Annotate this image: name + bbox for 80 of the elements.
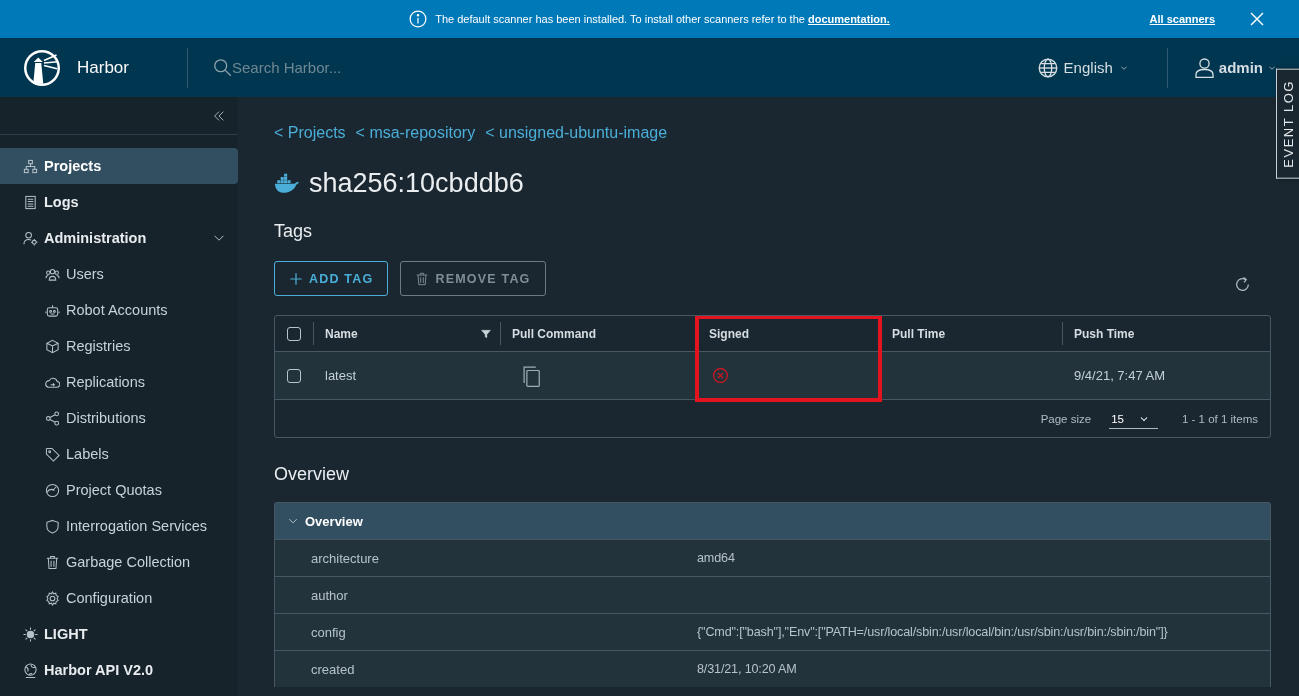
column-header: Push Time — [1074, 326, 1135, 341]
property-value: {"Cmd":["bash"],"Env":["PATH=/usr/local/sbin:/usr/local/bin:/usr/sbin:/usr/bin:/sbin:/bin"]} — [697, 625, 1169, 639]
share-icon — [45, 410, 60, 426]
cube-icon — [45, 338, 60, 354]
trash-icon — [45, 554, 60, 570]
property-key: created — [275, 661, 697, 677]
hierarchy-icon — [23, 158, 38, 174]
copy-icon — [520, 364, 542, 387]
nav-item[interactable]: Administration — [0, 220, 238, 256]
globe-icon — [23, 662, 38, 678]
table-cell: 9/4/21, 7:47 AM — [1062, 352, 1270, 400]
close-button[interactable] — [1249, 11, 1265, 27]
breadcrumb-link[interactable]: < unsigned-ubuntu-image — [485, 124, 668, 142]
property-key: config — [275, 624, 697, 640]
page-title: sha256:10cbddb6 — [309, 167, 524, 199]
nav-item[interactable]: Interrogation Services — [0, 508, 238, 544]
property-value: 8/31/21, 10:20 AM — [697, 662, 798, 676]
collapse-button[interactable] — [212, 108, 226, 123]
overview-panel-header[interactable]: Overview — [275, 503, 1270, 539]
pagination-info: 1 - 1 of 1 items — [1181, 412, 1258, 425]
shield-icon — [45, 518, 60, 534]
event-log-tab[interactable]: EVENT LOG — [1276, 69, 1299, 179]
nav-item[interactable]: Garbage Collection — [0, 544, 238, 580]
section-heading: Tags — [274, 220, 314, 243]
search-field[interactable]: Search Harbor... — [232, 59, 532, 76]
table-cell: latest — [313, 352, 500, 400]
lighthouse-logo[interactable] — [22, 47, 62, 88]
nav-item[interactable]: Project Quotas — [0, 472, 238, 508]
checkbox[interactable] — [287, 368, 301, 383]
checkbox[interactable] — [287, 326, 301, 341]
breadcrumb-link[interactable]: < msa-repository — [355, 124, 476, 142]
user-menu[interactable]: admin — [1193, 57, 1277, 78]
close-icon — [1249, 11, 1265, 27]
nav-item[interactable]: Users — [0, 256, 238, 292]
robot-icon — [45, 302, 60, 318]
gear-person-icon — [23, 230, 38, 246]
nav-item[interactable]: Registries — [0, 328, 238, 364]
section-heading: Overview — [274, 463, 350, 486]
column-header: Pull Command — [512, 326, 596, 341]
column-header: Signed — [709, 326, 749, 341]
refresh-button[interactable] — [1234, 276, 1251, 293]
language-selector[interactable]: English — [1037, 57, 1129, 78]
all-scanners-link[interactable]: All scanners — [1149, 13, 1215, 25]
nav-item[interactable]: Replications — [0, 364, 238, 400]
banner-message: The default scanner has been installed. To install other scanners refer to the — [435, 13, 806, 25]
trash-icon — [415, 271, 430, 286]
page-size-label: Page size — [1040, 412, 1092, 425]
property-key: architecture — [275, 550, 697, 566]
breadcrumb-link[interactable]: < Projects — [274, 124, 346, 142]
sun-icon — [23, 626, 38, 642]
search-icon — [213, 58, 232, 77]
api-link[interactable]: Harbor API V2.0 — [0, 652, 238, 688]
column-header: Pull Time — [892, 326, 946, 341]
documentation-link[interactable]: documentation. — [807, 13, 890, 25]
property-key: author — [275, 587, 697, 603]
theme-toggle[interactable]: LIGHT — [0, 616, 238, 652]
property-value: amd64 — [697, 551, 736, 565]
tag-action-button[interactable]: ADD TAG — [274, 261, 389, 296]
settings-icon — [45, 590, 60, 606]
nav-item[interactable]: Configuration — [0, 580, 238, 616]
filter-icon[interactable] — [480, 327, 492, 340]
nav-item[interactable]: Labels — [0, 436, 238, 472]
column-header: Name — [325, 326, 358, 341]
product-name: Harbor — [77, 57, 130, 78]
double-chevron-icon — [212, 108, 226, 123]
page-size-select[interactable]: 15 — [1109, 408, 1158, 429]
copy-button[interactable] — [520, 364, 542, 387]
nav-item[interactable]: Logs — [0, 184, 238, 220]
document-icon — [23, 194, 38, 210]
info-icon — [409, 10, 428, 28]
refresh-icon — [1234, 276, 1251, 293]
plus-icon — [289, 271, 303, 286]
gauge-icon — [45, 482, 60, 498]
nav-item[interactable]: Projects — [0, 148, 238, 184]
nav-item[interactable]: Distributions — [0, 400, 238, 436]
user-icon — [1193, 57, 1215, 78]
tag-icon — [45, 446, 60, 462]
globe-icon — [1037, 57, 1058, 78]
users-icon — [45, 266, 60, 282]
nav-item[interactable]: Robot Accounts — [0, 292, 238, 328]
